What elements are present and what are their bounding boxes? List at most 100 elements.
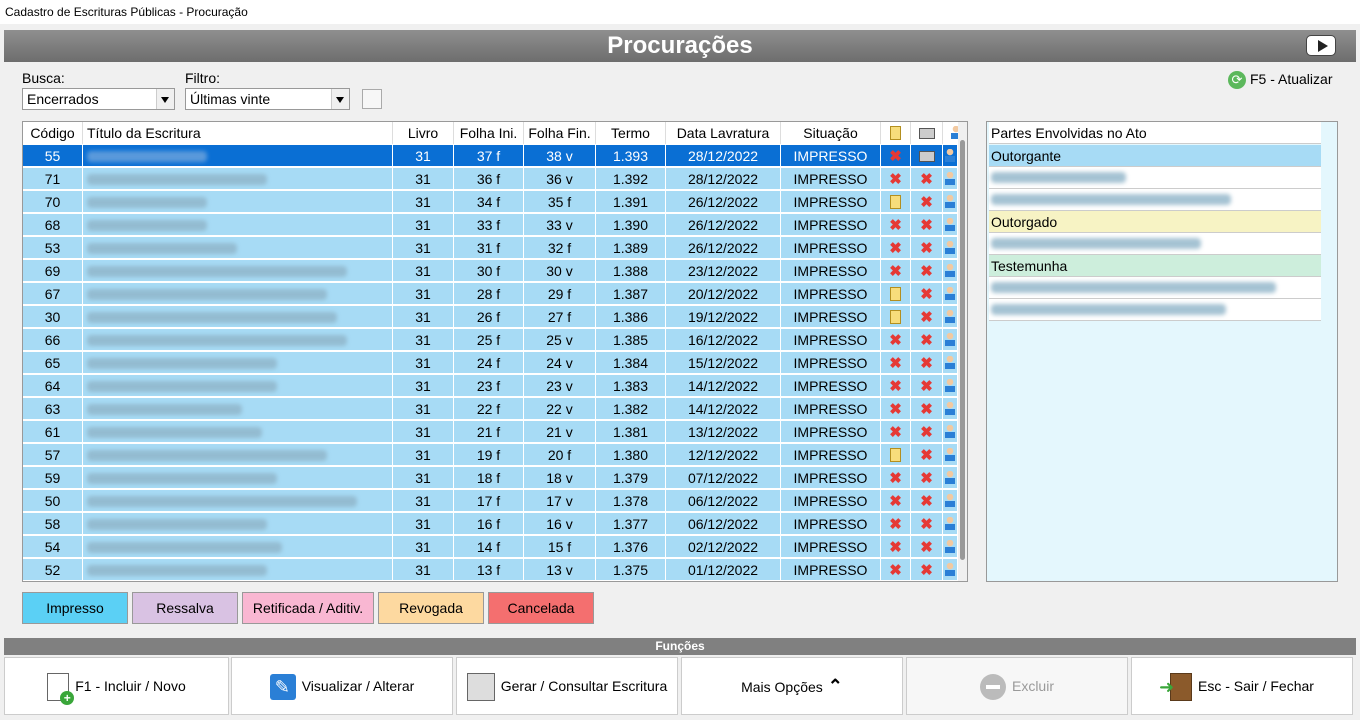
col-situacao[interactable]: Situação <box>781 122 881 144</box>
cell-status-icon[interactable]: ✖ <box>911 536 943 558</box>
cell-status-icon[interactable]: ✖ <box>911 329 943 351</box>
cell-document-icon[interactable] <box>881 306 911 328</box>
cell-status-icon[interactable]: ✖ <box>911 191 943 213</box>
cell-status-icon[interactable]: ✖ <box>911 260 943 282</box>
legend-retificada-aditiv[interactable]: Retificada / Aditiv. <box>242 592 374 624</box>
cell-status-icon[interactable]: ✖ <box>911 513 943 535</box>
cell-person-icon[interactable] <box>943 145 958 167</box>
table-row[interactable]: 30 31 26 f 27 f 1.386 19/12/2022 IMPRESSO ✖ <box>23 306 958 329</box>
col-doc-icon[interactable] <box>881 122 911 144</box>
table-row[interactable]: 54 31 14 f 15 f 1.376 02/12/2022 IMPRESSO ✖ ✖ <box>23 536 958 559</box>
party-row[interactable] <box>989 167 1321 189</box>
cell-status-icon[interactable]: ✖ <box>881 513 911 535</box>
cell-status-icon[interactable]: ✖ <box>881 168 911 190</box>
cell-status-icon[interactable]: ✖ <box>881 329 911 351</box>
cell-person-icon[interactable] <box>943 191 958 213</box>
cell-person-icon[interactable] <box>943 306 958 328</box>
cell-status-icon[interactable]: ✖ <box>911 444 943 466</box>
table-row[interactable]: 66 31 25 f 25 v 1.385 16/12/2022 IMPRESSO ✖ ✖ <box>23 329 958 352</box>
cell-document-icon[interactable] <box>881 191 911 213</box>
cell-status-icon[interactable]: ✖ <box>911 398 943 420</box>
cell-status-icon[interactable]: ✖ <box>911 467 943 489</box>
cell-status-icon[interactable]: ✖ <box>881 145 911 167</box>
search-select[interactable]: Encerrados <box>22 88 175 110</box>
table-row[interactable]: 69 31 30 f 30 v 1.388 23/12/2022 IMPRESSO ✖ ✖ <box>23 260 958 283</box>
cell-status-icon[interactable]: ✖ <box>911 214 943 236</box>
col-print-icon[interactable] <box>911 122 943 144</box>
cell-status-icon[interactable]: ✖ <box>881 352 911 374</box>
table-row[interactable]: 63 31 22 f 22 v 1.382 14/12/2022 IMPRESSO ✖ ✖ <box>23 398 958 421</box>
col-termo[interactable]: Termo <box>596 122 666 144</box>
cell-person-icon[interactable] <box>943 237 958 259</box>
cell-status-icon[interactable]: ✖ <box>911 559 943 581</box>
function-button-gerar-consultar-escritura[interactable]: Gerar / Consultar Escritura <box>456 657 678 715</box>
cell-person-icon[interactable] <box>943 536 958 558</box>
cell-status-icon[interactable]: ✖ <box>881 559 911 581</box>
cell-document-icon[interactable] <box>881 283 911 305</box>
table-row[interactable]: 61 31 21 f 21 v 1.381 13/12/2022 IMPRESSO ✖ ✖ <box>23 421 958 444</box>
table-row[interactable]: 68 31 33 f 33 v 1.390 26/12/2022 IMPRESSO ✖ ✖ <box>23 214 958 237</box>
party-row[interactable] <box>989 277 1321 299</box>
cell-person-icon[interactable] <box>943 329 958 351</box>
legend-revogada[interactable]: Revogada <box>378 592 484 624</box>
col-titulo[interactable]: Título da Escritura <box>83 122 393 144</box>
cell-person-icon[interactable] <box>943 421 958 443</box>
legend-ressalva[interactable]: Ressalva <box>132 592 238 624</box>
col-codigo[interactable]: Código <box>23 122 83 144</box>
cell-status-icon[interactable]: ✖ <box>911 306 943 328</box>
youtube-play-icon[interactable] <box>1306 35 1336 56</box>
function-button-excluir[interactable]: Excluir <box>906 657 1128 715</box>
cell-status-icon[interactable]: ✖ <box>881 536 911 558</box>
cell-status-icon[interactable]: ✖ <box>881 398 911 420</box>
cell-person-icon[interactable] <box>943 352 958 374</box>
table-row[interactable]: 55 31 37 f 38 v 1.393 28/12/2022 IMPRESSO ✖ <box>23 145 958 168</box>
col-folha-ini[interactable]: Folha Ini. <box>454 122 524 144</box>
table-row[interactable]: 59 31 18 f 18 v 1.379 07/12/2022 IMPRESSO ✖ ✖ <box>23 467 958 490</box>
col-data[interactable]: Data Lavratura <box>666 122 781 144</box>
party-row[interactable] <box>989 299 1321 321</box>
col-folha-fin[interactable]: Folha Fin. <box>524 122 596 144</box>
cell-person-icon[interactable] <box>943 398 958 420</box>
table-row[interactable]: 52 31 13 f 13 v 1.375 01/12/2022 IMPRESSO ✖ ✖ <box>23 559 958 581</box>
cell-status-icon[interactable]: ✖ <box>911 490 943 512</box>
cell-status-icon[interactable]: ✖ <box>911 168 943 190</box>
filter-options-button[interactable] <box>362 89 382 109</box>
cell-status-icon[interactable]: ✖ <box>881 214 911 236</box>
cell-status-icon[interactable]: ✖ <box>911 421 943 443</box>
col-livro[interactable]: Livro <box>393 122 454 144</box>
party-row[interactable] <box>989 233 1321 255</box>
cell-status-icon[interactable]: ✖ <box>881 375 911 397</box>
table-row[interactable]: 57 31 19 f 20 f 1.380 12/12/2022 IMPRESSO ✖ <box>23 444 958 467</box>
cell-person-icon[interactable] <box>943 375 958 397</box>
cell-person-icon[interactable] <box>943 260 958 282</box>
table-row[interactable]: 53 31 31 f 32 f 1.389 26/12/2022 IMPRESSO ✖ ✖ <box>23 237 958 260</box>
cell-person-icon[interactable] <box>943 283 958 305</box>
cell-person-icon[interactable] <box>943 490 958 512</box>
cell-person-icon[interactable] <box>943 214 958 236</box>
cell-person-icon[interactable] <box>943 467 958 489</box>
function-button-visualizar-alterar[interactable]: Visualizar / Alterar <box>231 657 453 715</box>
cell-status-icon[interactable]: ✖ <box>881 237 911 259</box>
cell-status-icon[interactable]: ✖ <box>911 283 943 305</box>
table-row[interactable]: 71 31 36 f 36 v 1.392 28/12/2022 IMPRESSO ✖ ✖ <box>23 168 958 191</box>
cell-status-icon[interactable]: ✖ <box>911 237 943 259</box>
cell-status-icon[interactable]: ✖ <box>881 490 911 512</box>
cell-status-icon[interactable]: ✖ <box>881 260 911 282</box>
function-button-mais-op-es[interactable]: Mais Opções ⌃ <box>681 657 903 715</box>
cell-person-icon[interactable] <box>943 513 958 535</box>
table-row[interactable]: 65 31 24 f 24 v 1.384 15/12/2022 IMPRESSO ✖ ✖ <box>23 352 958 375</box>
cell-person-icon[interactable] <box>943 559 958 581</box>
table-row[interactable]: 67 31 28 f 29 f 1.387 20/12/2022 IMPRESSO ✖ <box>23 283 958 306</box>
chevron-down-icon[interactable] <box>331 89 349 109</box>
deeds-grid[interactable]: Código Título da Escritura Livro Folha I… <box>22 121 968 582</box>
filter-select[interactable]: Últimas vinte <box>185 88 350 110</box>
scrollbar-thumb[interactable] <box>960 140 965 560</box>
table-row[interactable]: 64 31 23 f 23 v 1.383 14/12/2022 IMPRESSO ✖ ✖ <box>23 375 958 398</box>
cell-status-icon[interactable]: ✖ <box>881 421 911 443</box>
refresh-button[interactable]: ⟳ F5 - Atualizar <box>1228 69 1332 90</box>
legend-impresso[interactable]: Impresso <box>22 592 128 624</box>
table-row[interactable]: 58 31 16 f 16 v 1.377 06/12/2022 IMPRESSO ✖ ✖ <box>23 513 958 536</box>
party-row[interactable] <box>989 189 1321 211</box>
legend-cancelada[interactable]: Cancelada <box>488 592 594 624</box>
cell-status-icon[interactable]: ✖ <box>911 352 943 374</box>
